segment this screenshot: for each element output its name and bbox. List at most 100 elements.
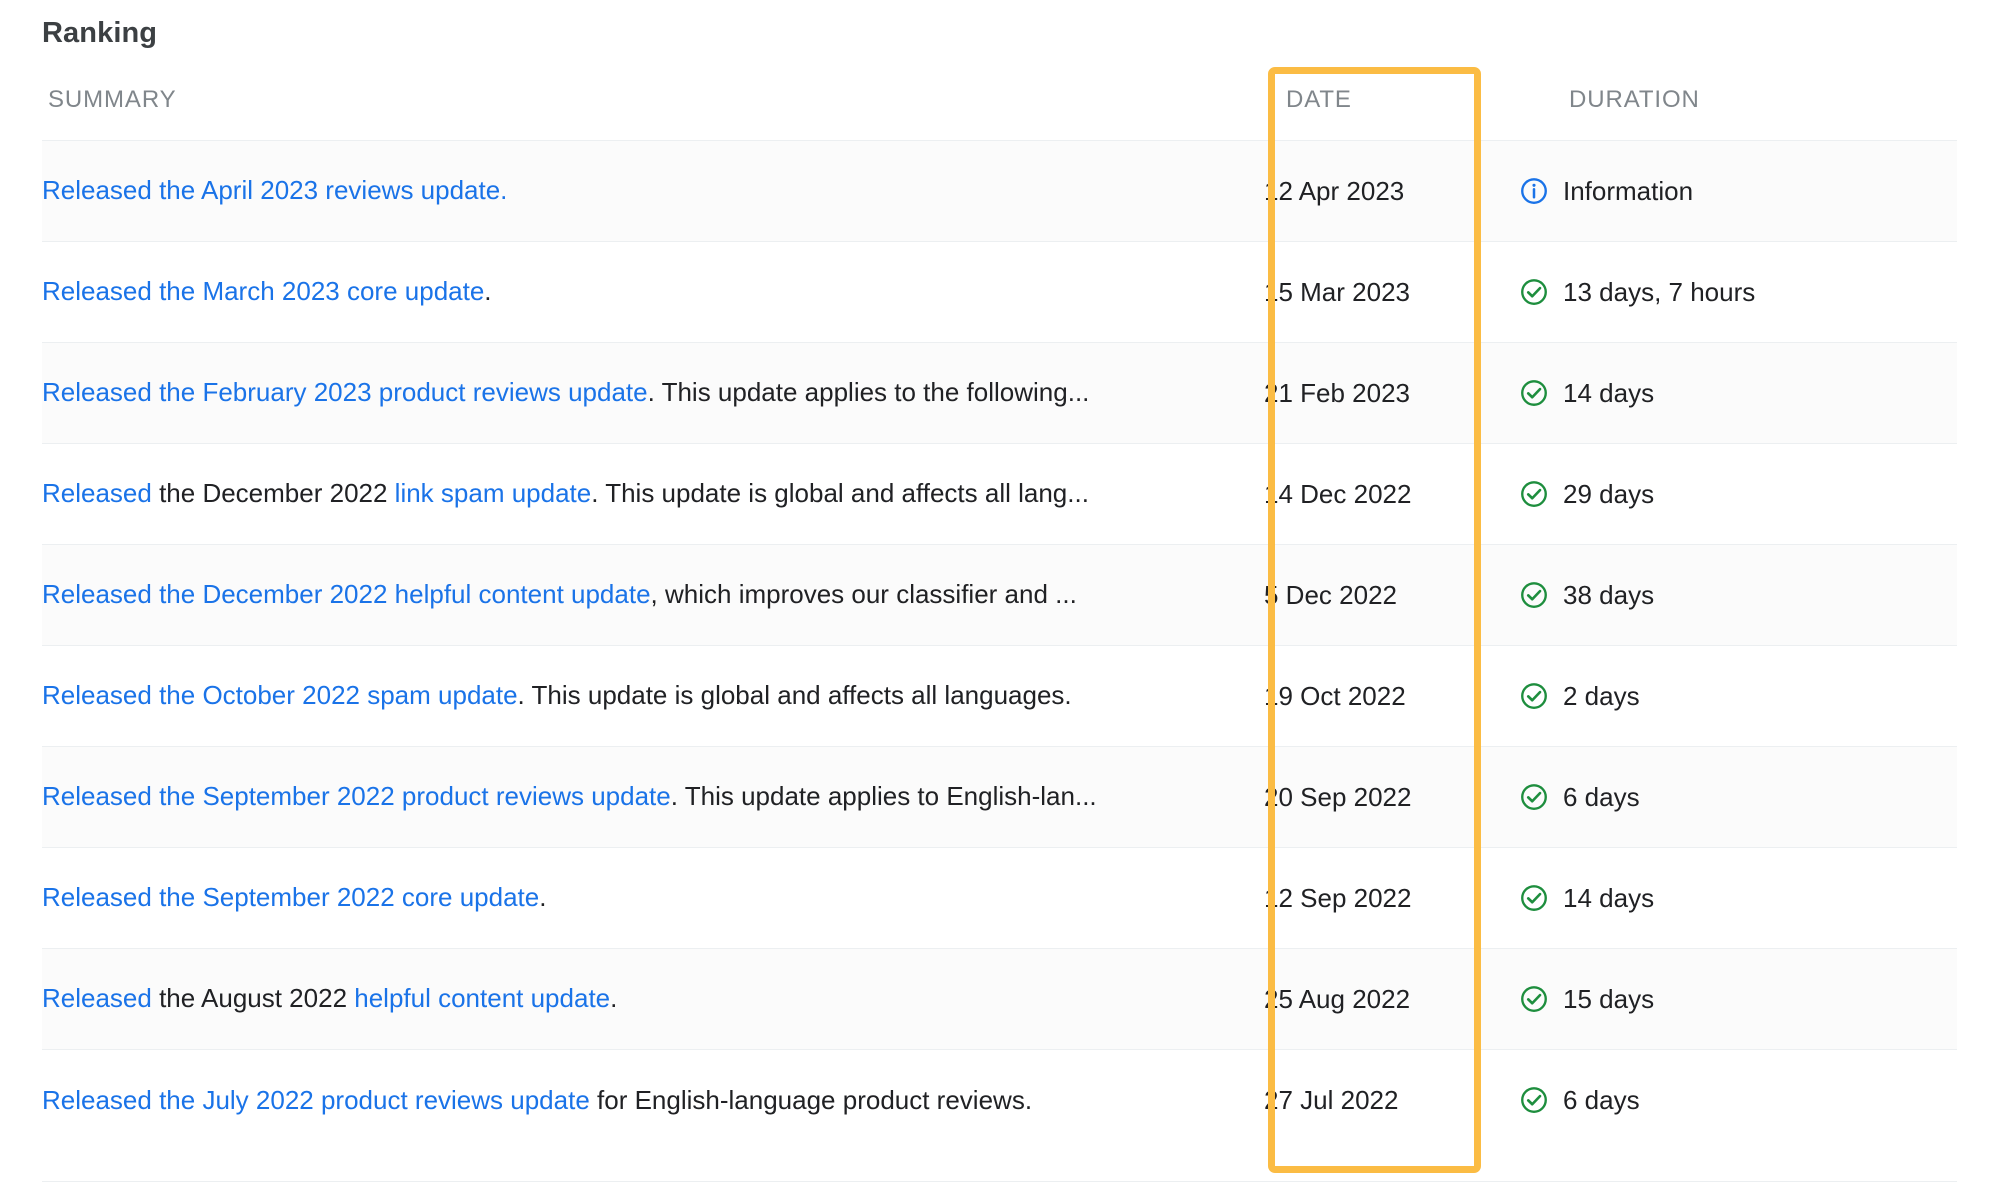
- cell-duration: 14 days: [1519, 342, 1957, 444]
- duration-label: Information: [1563, 175, 1694, 206]
- duration-status: 6 days: [1519, 1085, 1957, 1116]
- duration-status: 38 days: [1519, 580, 1957, 611]
- cell-summary: Released the December 2022 helpful conte…: [42, 544, 1264, 646]
- table-row[interactable]: Released the August 2022 helpful content…: [42, 948, 1957, 1050]
- cell-date: 12 Apr 2023: [1264, 140, 1519, 242]
- cell-date: 15 Mar 2023: [1264, 241, 1519, 343]
- cell-date: 25 Aug 2022: [1264, 948, 1519, 1050]
- cell-date: 5 Dec 2022: [1264, 544, 1519, 646]
- update-link[interactable]: Released the September 2022 core update: [42, 882, 539, 912]
- update-link[interactable]: Released the September 2022 product revi…: [42, 781, 671, 811]
- update-link[interactable]: Released: [42, 478, 152, 508]
- ranking-updates-table: SUMMARY DATE DURATION Released the April…: [42, 78, 1957, 1151]
- cell-summary: Released the August 2022 helpful content…: [42, 948, 1264, 1050]
- summary-text: . This update is global and affects all …: [591, 478, 1089, 509]
- check-circle-icon: [1521, 582, 1547, 608]
- update-link[interactable]: Released the December 2022 helpful conte…: [42, 579, 651, 609]
- table-header-row: SUMMARY DATE DURATION: [42, 78, 1957, 141]
- table-row[interactable]: Released the December 2022 link spam upd…: [42, 443, 1957, 545]
- update-link[interactable]: Released the April 2023 reviews update.: [42, 175, 507, 205]
- duration-label: 15 days: [1563, 983, 1655, 1014]
- summary-text: .: [484, 276, 492, 307]
- page-title: Ranking: [42, 17, 158, 49]
- update-link[interactable]: Released: [42, 983, 152, 1013]
- cell-summary: Released the October 2022 spam update. T…: [42, 645, 1264, 747]
- duration-label: 38 days: [1563, 579, 1655, 610]
- duration-status: Information: [1519, 176, 1957, 207]
- summary-text: . This update applies to English-lan...: [670, 781, 1097, 812]
- column-header-summary[interactable]: SUMMARY: [42, 78, 1264, 141]
- duration-status: 6 days: [1519, 782, 1957, 813]
- update-link[interactable]: Released the February 2023 product revie…: [42, 377, 648, 407]
- summary-text: . This update is global and affects all …: [517, 680, 1072, 711]
- cell-duration: 2 days: [1519, 645, 1957, 747]
- table-bottom-divider: [42, 1181, 1957, 1182]
- cell-duration: 13 days, 7 hours: [1519, 241, 1957, 343]
- check-circle-icon: [1521, 481, 1547, 507]
- cell-duration: 38 days: [1519, 544, 1957, 646]
- info-icon: [1521, 178, 1547, 204]
- summary-text: the August 2022: [151, 983, 355, 1014]
- cell-duration: Information: [1519, 140, 1957, 242]
- table-row[interactable]: Released the April 2023 reviews update. 1…: [42, 140, 1957, 242]
- summary-text: .: [610, 983, 618, 1014]
- duration-status: 2 days: [1519, 681, 1957, 712]
- update-link[interactable]: helpful content update: [354, 983, 610, 1013]
- check-circle-icon: [1521, 986, 1547, 1012]
- cell-duration: 6 days: [1519, 1049, 1957, 1151]
- update-link[interactable]: Released the July 2022 product reviews u…: [42, 1085, 590, 1115]
- update-link[interactable]: Released the October 2022 spam update: [42, 680, 518, 710]
- cell-date: 12 Sep 2022: [1264, 847, 1519, 949]
- cell-date: 21 Feb 2023: [1264, 342, 1519, 444]
- cell-date: 20 Sep 2022: [1264, 746, 1519, 848]
- column-header-duration[interactable]: DURATION: [1519, 78, 1957, 141]
- column-header-date[interactable]: DATE: [1264, 78, 1519, 141]
- duration-label: 14 days: [1563, 882, 1655, 913]
- duration-status: 13 days, 7 hours: [1519, 277, 1957, 308]
- duration-label: 6 days: [1563, 781, 1640, 812]
- table-row[interactable]: Released the September 2022 product revi…: [42, 746, 1957, 848]
- cell-summary: Released the September 2022 core update.: [42, 847, 1264, 949]
- summary-text: the December 2022: [151, 478, 395, 509]
- table-row[interactable]: Released the March 2023 core update. 15 M…: [42, 241, 1957, 343]
- table-header: SUMMARY DATE DURATION: [42, 78, 1957, 141]
- duration-label: 29 days: [1563, 478, 1655, 509]
- summary-text: for English-language product reviews.: [589, 1084, 1033, 1115]
- check-circle-icon: [1521, 784, 1547, 810]
- table-row[interactable]: Released the February 2023 product revie…: [42, 342, 1957, 444]
- cell-date: 27 Jul 2022: [1264, 1049, 1519, 1151]
- check-circle-icon: [1521, 1087, 1547, 1114]
- cell-duration: 15 days: [1519, 948, 1957, 1050]
- duration-label: 6 days: [1563, 1084, 1640, 1115]
- duration-label: 14 days: [1563, 377, 1655, 408]
- summary-text: , which improves our classifier and ...: [650, 579, 1077, 610]
- cell-summary: Released the December 2022 link spam upd…: [42, 443, 1264, 545]
- duration-status: 29 days: [1519, 479, 1957, 510]
- cell-summary: Released the April 2023 reviews update.: [42, 140, 1264, 242]
- duration-status: 14 days: [1519, 378, 1957, 409]
- cell-summary: Released the March 2023 core update.: [42, 241, 1264, 343]
- summary-text: .: [539, 882, 547, 913]
- table-body: Released the April 2023 reviews update. 1…: [42, 140, 1957, 1151]
- cell-duration: 29 days: [1519, 443, 1957, 545]
- check-circle-icon: [1521, 279, 1547, 305]
- duration-label: 2 days: [1563, 680, 1640, 711]
- summary-text: . This update applies to the following..…: [647, 377, 1090, 408]
- update-link[interactable]: link spam update: [395, 478, 592, 508]
- cell-duration: 14 days: [1519, 847, 1957, 949]
- cell-duration: 6 days: [1519, 746, 1957, 848]
- cell-date: 19 Oct 2022: [1264, 645, 1519, 747]
- cell-date: 14 Dec 2022: [1264, 443, 1519, 545]
- duration-status: 15 days: [1519, 984, 1957, 1015]
- table-row[interactable]: Released the December 2022 helpful conte…: [42, 544, 1957, 646]
- cell-summary: Released the February 2023 product revie…: [42, 342, 1264, 444]
- table-row[interactable]: Released the July 2022 product reviews u…: [42, 1049, 1957, 1151]
- table-row[interactable]: Released the September 2022 core update.…: [42, 847, 1957, 949]
- update-link[interactable]: Released the March 2023 core update: [42, 276, 484, 306]
- cell-summary: Released the July 2022 product reviews u…: [42, 1049, 1264, 1151]
- check-circle-icon: [1521, 380, 1547, 406]
- duration-label: 13 days, 7 hours: [1563, 276, 1756, 307]
- check-circle-icon: [1521, 885, 1547, 911]
- table-row[interactable]: Released the October 2022 spam update. T…: [42, 645, 1957, 747]
- cell-summary: Released the September 2022 product revi…: [42, 746, 1264, 848]
